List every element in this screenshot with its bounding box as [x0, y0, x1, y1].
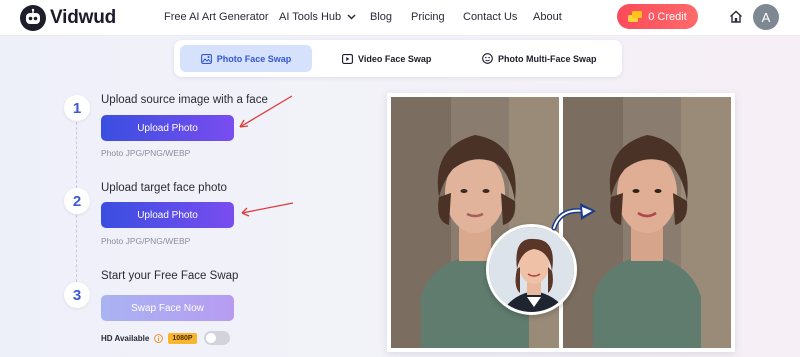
info-icon[interactable]	[154, 333, 164, 343]
hd-toggle[interactable]	[203, 331, 230, 345]
step-number: 1	[64, 95, 90, 121]
step-number: 3	[64, 282, 90, 308]
step-title: Upload target face photo	[101, 182, 227, 194]
toggle-knob	[205, 333, 216, 343]
arrow-pointer-icon	[239, 95, 293, 128]
target-face-thumbnail	[486, 224, 577, 315]
brand-name: Vidwud	[50, 7, 117, 28]
tab-photo-multi-face-swap-label: Photo Multi-Face Swap	[498, 53, 597, 64]
tab-photo-face-swap[interactable]: Photo Face Swap	[180, 45, 312, 72]
arrow-pointer-icon	[241, 202, 294, 217]
video-play-icon	[342, 53, 353, 64]
mode-tabs: Photo Face Swap Video Face Swap Photo Mu…	[174, 40, 622, 77]
home-icon[interactable]	[729, 10, 743, 23]
upload-target-button[interactable]: Upload Photo	[101, 202, 234, 228]
hd-label: HD Available	[101, 333, 150, 343]
header: Vidwud Free AI Art Generator AI Tools Hu…	[0, 0, 800, 36]
robot-logo-icon	[20, 5, 46, 31]
tab-video-face-swap[interactable]: Video Face Swap	[342, 45, 431, 72]
format-hint: Photo JPG/PNG/WEBP	[101, 236, 191, 246]
step-number: 2	[64, 188, 90, 214]
chevron-down-icon	[347, 14, 356, 20]
nav-pricing[interactable]: Pricing	[411, 11, 445, 23]
nav-ai-tools-hub[interactable]: AI Tools Hub	[279, 11, 356, 23]
user-avatar[interactable]: A	[753, 4, 779, 30]
nav-contact-us[interactable]: Contact Us	[463, 11, 517, 23]
coins-icon	[628, 11, 643, 22]
format-hint: Photo JPG/PNG/WEBP	[101, 148, 191, 158]
upload-source-button[interactable]: Upload Photo	[101, 115, 234, 141]
tab-photo-multi-face-swap[interactable]: Photo Multi-Face Swap	[482, 45, 597, 72]
nav-ai-art-generator[interactable]: Free AI Art Generator	[164, 11, 269, 23]
hd-row: HD Available 1080P	[101, 330, 230, 346]
step-title: Start your Free Face Swap	[101, 270, 239, 282]
logo[interactable]: Vidwud	[20, 5, 116, 31]
nav-about[interactable]: About	[533, 11, 562, 23]
multi-face-icon	[482, 53, 493, 64]
nav-ai-tools-hub-label: AI Tools Hub	[279, 11, 342, 23]
image-icon	[200, 53, 212, 64]
tab-photo-face-swap-label: Photo Face Swap	[216, 53, 292, 64]
step-connector	[76, 215, 77, 282]
step-connector	[76, 122, 77, 188]
credit-label: 0 Credit	[648, 10, 687, 23]
credit-button[interactable]: 0 Credit	[617, 4, 698, 29]
swap-face-button[interactable]: Swap Face Now	[101, 295, 234, 321]
tab-video-face-swap-label: Video Face Swap	[358, 53, 432, 64]
resolution-badge: 1080P	[168, 332, 197, 344]
swap-arrow-icon	[551, 203, 596, 231]
nav-blog[interactable]: Blog	[370, 11, 392, 23]
